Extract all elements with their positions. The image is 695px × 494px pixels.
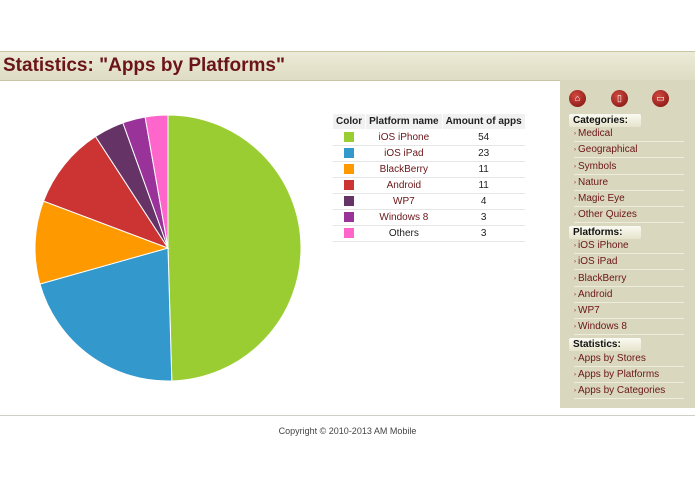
table-row: Windows 8 3 — [332, 209, 526, 226]
footer-divider — [0, 415, 695, 416]
color-cell — [332, 177, 366, 194]
platform-name-cell: iOS iPhone — [365, 129, 443, 146]
statistics-heading: Statistics: — [569, 338, 641, 351]
color-cell — [332, 225, 366, 242]
sidebar-item-apps-by-categories[interactable]: › Apps by Categories — [574, 384, 684, 399]
platform-name-cell: WP7 — [365, 193, 443, 210]
pie-chart — [34, 114, 302, 382]
arrow-icon: › — [574, 147, 576, 153]
sidebar-item-label: iOS iPad — [578, 256, 618, 267]
sidebar-item-wp7[interactable]: › WP7 — [574, 304, 684, 319]
sidebar-item-apps-by-platforms[interactable]: › Apps by Platforms — [574, 368, 684, 383]
sidebar-item-magic-eye[interactable]: › Magic Eye — [574, 192, 684, 207]
table-row: Android 11 — [332, 177, 526, 194]
color-swatch — [344, 148, 355, 159]
amount-cell: 4 — [442, 193, 526, 210]
pie-slice-ios-iphone — [167, 114, 302, 382]
amount-cell: 3 — [442, 209, 526, 226]
arrow-icon: › — [574, 164, 576, 170]
color-cell — [332, 209, 366, 226]
arrow-icon: › — [574, 196, 576, 202]
arrow-icon: › — [574, 243, 576, 249]
sidebar-item-label: WP7 — [578, 305, 600, 316]
sidebar-item-label: Geographical — [578, 144, 638, 155]
sidebar-item-android[interactable]: › Android — [574, 288, 684, 303]
platform-name-cell: BlackBerry — [365, 161, 443, 178]
sidebar-item-other-quizes[interactable]: › Other Quizes — [574, 208, 684, 223]
amount-cell: 3 — [442, 225, 526, 242]
home-icon[interactable]: ⌂ — [569, 90, 586, 107]
categories-heading: Categories: — [569, 114, 641, 127]
arrow-icon: › — [574, 292, 576, 298]
table-header-row: Color Platform name Amount of apps — [331, 113, 526, 130]
sidebar-item-blackberry[interactable]: › BlackBerry — [574, 272, 684, 287]
color-swatch — [344, 164, 355, 175]
column-header-amount: Amount of apps — [441, 113, 526, 130]
amount-cell: 23 — [442, 145, 526, 162]
color-swatch — [344, 212, 355, 223]
arrow-icon: › — [574, 388, 576, 394]
sidebar-item-label: Other Quizes — [578, 209, 637, 220]
arrow-icon: › — [574, 372, 576, 378]
color-cell — [332, 129, 366, 146]
amount-cell: 11 — [442, 161, 526, 178]
sidebar-item-label: Apps by Platforms — [578, 369, 660, 380]
sidebar-item-label: iOS iPhone — [578, 240, 629, 251]
sidebar: ⌂ ▯ ▭ Categories: › Medical › Geographical… — [560, 80, 695, 408]
sidebar-item-apps-by-stores[interactable]: › Apps by Stores — [574, 352, 684, 367]
arrow-icon: › — [574, 259, 576, 265]
color-swatch — [344, 180, 355, 191]
phone-icon[interactable]: ▯ — [611, 90, 628, 107]
platform-name-cell: Others — [365, 225, 443, 242]
arrow-icon: › — [574, 276, 576, 282]
sidebar-item-label: Magic Eye — [578, 193, 625, 204]
sidebar-item-medical[interactable]: › Medical — [574, 127, 684, 142]
arrow-icon: › — [574, 212, 576, 218]
sidebar-item-label: Symbols — [578, 161, 617, 172]
table-row: WP7 4 — [332, 193, 526, 210]
sidebar-item-label: Apps by Categories — [578, 385, 666, 396]
amount-cell: 54 — [442, 129, 526, 146]
color-cell — [332, 145, 366, 162]
sidebar-item-label: Nature — [578, 177, 609, 188]
sidebar-item-windows-8[interactable]: › Windows 8 — [574, 320, 684, 335]
footer-copyright: Copyright © 2010-2013 AM Mobile — [278, 426, 417, 436]
platform-table: Color Platform name Amount of apps iOS i… — [331, 113, 526, 242]
color-cell — [332, 161, 366, 178]
arrow-icon: › — [574, 131, 576, 137]
color-swatch — [344, 228, 355, 239]
sidebar-item-nature[interactable]: › Nature — [574, 176, 684, 191]
sidebar-item-label: Apps by Stores — [578, 353, 646, 364]
table-row: Others 3 — [332, 225, 526, 242]
table-row: BlackBerry 11 — [332, 161, 526, 178]
page-title: Statistics: "Apps by Platforms" — [3, 55, 285, 76]
page-header: Statistics: "Apps by Platforms" — [0, 51, 695, 81]
sidebar-item-ios-ipad[interactable]: › iOS iPad — [574, 255, 684, 270]
tablet-icon[interactable]: ▭ — [652, 90, 669, 107]
sidebar-item-label: BlackBerry — [578, 273, 627, 284]
sidebar-item-symbols[interactable]: › Symbols — [574, 160, 684, 175]
platform-name-cell: Android — [365, 177, 443, 194]
color-swatch — [344, 196, 355, 207]
sidebar-item-label: Medical — [578, 128, 613, 139]
platform-name-cell: Windows 8 — [365, 209, 443, 226]
color-swatch — [344, 132, 355, 143]
platforms-heading: Platforms: — [569, 226, 641, 239]
sidebar-item-label: Windows 8 — [578, 321, 627, 332]
table-row: iOS iPad 23 — [332, 145, 526, 162]
arrow-icon: › — [574, 356, 576, 362]
table-row: iOS iPhone 54 — [332, 129, 526, 146]
amount-cell: 11 — [442, 177, 526, 194]
platform-name-cell: iOS iPad — [365, 145, 443, 162]
column-header-platform-name: Platform name — [365, 113, 443, 130]
arrow-icon: › — [574, 308, 576, 314]
sidebar-item-ios-iphone[interactable]: › iOS iPhone — [574, 239, 684, 254]
arrow-icon: › — [574, 180, 576, 186]
sidebar-item-geographical[interactable]: › Geographical — [574, 143, 684, 158]
sidebar-top-icons: ⌂ ▯ ▭ — [560, 90, 695, 108]
column-header-color: Color — [331, 113, 367, 130]
arrow-icon: › — [574, 324, 576, 330]
sidebar-item-label: Android — [578, 289, 613, 300]
color-cell — [332, 193, 366, 210]
